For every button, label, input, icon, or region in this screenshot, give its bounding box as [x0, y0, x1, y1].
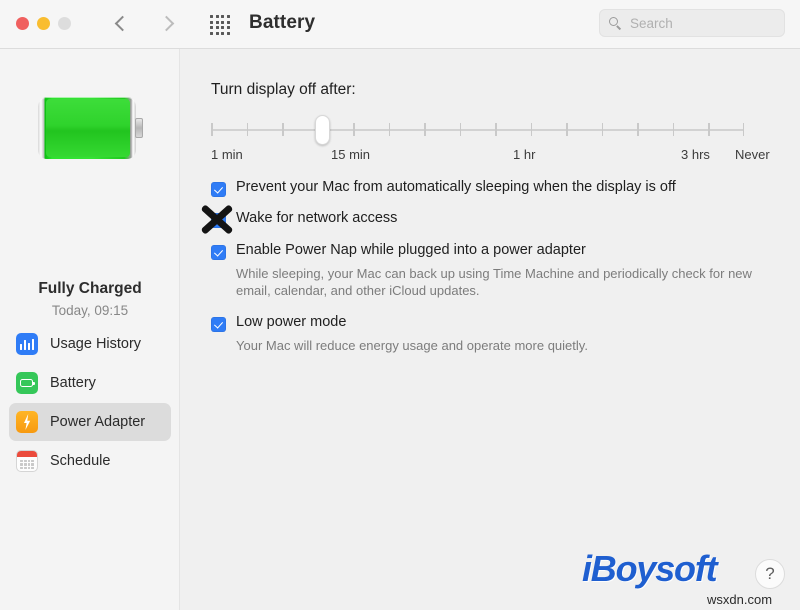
- slider-tick-label: 1 min: [211, 147, 243, 162]
- slider-tick-label: 15 min: [331, 147, 371, 162]
- checkbox-power-nap[interactable]: [211, 245, 226, 260]
- sidebar-item-label: Usage History: [50, 336, 142, 352]
- close-button[interactable]: [16, 17, 29, 30]
- slider-tick-label: Never: [735, 147, 770, 162]
- sidebar-item-power-adapter[interactable]: Power Adapter: [9, 403, 171, 441]
- battery-icon: [16, 372, 38, 394]
- power-adapter-icon: [16, 411, 38, 433]
- battery-status-timestamp: Today, 09:15: [51, 303, 129, 318]
- help-button[interactable]: ?: [755, 559, 785, 589]
- watermark-site: wsxdn.com: [707, 592, 773, 607]
- sidebar-list: Usage History Battery Power Adapter Sche…: [0, 325, 180, 481]
- checkbox-low-power-mode[interactable]: [211, 317, 226, 332]
- schedule-icon: [16, 450, 38, 472]
- display-sleep-label: Turn display off after:: [211, 81, 356, 98]
- watermark-brand: iBoysoft: [582, 548, 718, 589]
- sidebar-item-label: Schedule: [50, 453, 111, 469]
- checkbox-prevent-sleep[interactable]: [211, 182, 226, 197]
- slider-tick-label: 1 hr: [513, 147, 536, 162]
- system-preferences-window: Battery Search Fully Charged Today, 09:1…: [0, 0, 800, 610]
- sidebar-item-label: Battery: [50, 375, 96, 391]
- search-input[interactable]: Search: [599, 9, 785, 37]
- checkbox-label: Enable Power Nap while plugged into a po…: [236, 242, 586, 258]
- grid-apps-icon[interactable]: [209, 14, 231, 36]
- zoom-button[interactable]: [58, 17, 71, 30]
- checkbox-label: Low power mode: [236, 314, 347, 330]
- display-sleep-slider[interactable]: [211, 115, 744, 145]
- chevron-right-icon[interactable]: [154, 10, 182, 38]
- sidebar-item-label: Power Adapter: [50, 414, 146, 430]
- sidebar-item-usage-history[interactable]: Usage History: [9, 325, 171, 363]
- sidebar: Fully Charged Today, 09:15 Usage History…: [0, 49, 180, 610]
- slider-track: [211, 129, 744, 131]
- chevron-left-icon[interactable]: [108, 10, 136, 38]
- slider-tick-label: 3 hrs: [681, 147, 710, 162]
- search-placeholder: Search: [630, 16, 673, 31]
- battery-status-text: Fully Charged: [38, 280, 142, 297]
- titlebar: Battery Search: [0, 0, 800, 49]
- checkbox-label: Wake for network access: [236, 210, 398, 226]
- page-title: Battery: [249, 12, 316, 33]
- traffic-light-buttons: [16, 17, 71, 30]
- checkbox-label: Prevent your Mac from automatically slee…: [236, 179, 676, 195]
- battery-full-green-icon: [38, 97, 143, 159]
- main-content: Turn display off after: 1 min 15 min 1 h…: [180, 49, 800, 610]
- checkbox-description: While sleeping, your Mac can back up usi…: [236, 266, 752, 298]
- search-icon: [609, 17, 622, 30]
- minimize-button[interactable]: [37, 17, 50, 30]
- navigation-arrows: [108, 10, 182, 38]
- checkbox-wake-for-network[interactable]: [211, 213, 226, 228]
- checkbox-description: Your Mac will reduce energy usage and op…: [236, 338, 588, 353]
- usage-history-icon: [16, 333, 38, 355]
- sidebar-item-schedule[interactable]: Schedule: [9, 442, 171, 480]
- sidebar-item-battery[interactable]: Battery: [9, 364, 171, 402]
- slider-knob[interactable]: [315, 115, 330, 145]
